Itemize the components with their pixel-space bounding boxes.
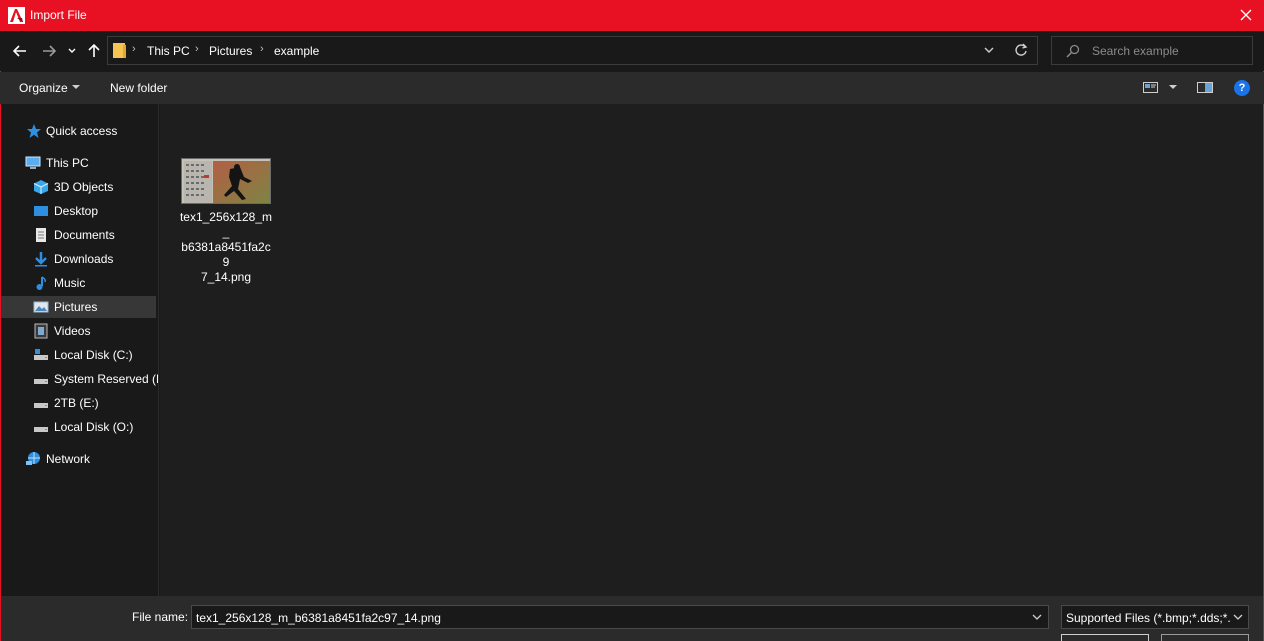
file-name-line: 7_14.png	[200, 270, 252, 284]
sidebar-item-label: Music	[54, 276, 86, 290]
title-bar: Import File	[0, 0, 1264, 31]
sidebar-item-desktop[interactable]: Desktop	[1, 200, 156, 222]
sidebar-item-label: Pictures	[54, 300, 98, 314]
sidebar-item-network[interactable]: Network	[1, 448, 156, 470]
sidebar-item-label: System Reserved (D	[54, 372, 159, 386]
sidebar-item-label: Videos	[54, 324, 91, 338]
breadcrumb-separator: ›	[260, 43, 264, 55]
help-button[interactable]: ?	[1234, 80, 1250, 96]
file-name-label: File name:	[132, 610, 189, 624]
search-input[interactable]: Search example	[1092, 44, 1179, 58]
music-icon	[36, 276, 46, 290]
help-icon: ?	[1238, 82, 1246, 94]
image-thumbnail-icon	[182, 159, 270, 203]
arrow-up-icon	[88, 44, 100, 57]
app-logo-icon	[8, 7, 25, 24]
refresh-icon[interactable]	[1013, 42, 1029, 58]
chevron-down-icon	[72, 85, 80, 89]
drive-icon	[34, 349, 48, 360]
sidebar-item-local-disk-c[interactable]: Local Disk (C:)	[1, 344, 156, 366]
star-icon	[27, 124, 41, 138]
file-type-value: Supported Files (*.bmp;*.dds;*.g	[1066, 611, 1232, 625]
search-box[interactable]: Search example	[1051, 36, 1253, 65]
file-name-line: tex1_256x128_m_	[179, 210, 273, 239]
arrow-left-icon	[13, 45, 26, 57]
chevron-down-icon	[68, 48, 76, 53]
file-thumbnail	[181, 158, 271, 204]
video-icon	[34, 323, 48, 339]
sidebar-item-music[interactable]: Music	[1, 272, 156, 294]
back-button[interactable]	[9, 40, 31, 62]
search-icon	[1066, 44, 1080, 58]
sidebar-item-label: 2TB (E:)	[54, 396, 99, 410]
sidebar-item-videos[interactable]: Videos	[1, 320, 156, 342]
sidebar-item-downloads[interactable]: Downloads	[1, 248, 156, 270]
file-name-bar: File name: tex1_256x128_m_b6381a8451fa2c…	[0, 596, 1264, 641]
sidebar-item-label: This PC	[46, 156, 89, 170]
sidebar-item-label: Desktop	[54, 204, 99, 218]
file-list[interactable]: tex1_256x128_m_ b6381a8451fa2c9 7_14.png	[160, 104, 1263, 596]
sidebar-item-local-disk-o[interactable]: Local Disk (O:)	[1, 416, 156, 438]
recent-locations-button[interactable]	[63, 40, 81, 62]
file-type-filter[interactable]: Supported Files (*.bmp;*.dds;*.g	[1061, 605, 1249, 629]
breadcrumb-pictures[interactable]: Pictures	[209, 44, 252, 58]
new-folder-button[interactable]: New folder	[110, 81, 167, 95]
window-title: Import File	[30, 8, 87, 22]
sidebar-item-label: Local Disk (C:)	[54, 348, 133, 362]
forward-button[interactable]	[38, 40, 60, 62]
file-name-line: b6381a8451fa2c9	[181, 240, 271, 269]
sidebar-item-label: Local Disk (O:)	[54, 420, 134, 434]
breadcrumb-separator: ›	[132, 43, 136, 55]
document-icon	[36, 228, 46, 242]
change-view-icon[interactable]	[1143, 82, 1159, 94]
file-name-field[interactable]: tex1_256x128_m_b6381a8451fa2c97_14.png	[191, 605, 1049, 629]
organize-button[interactable]: Organize	[19, 81, 68, 95]
navigation-pane: Quick access This PC 3D Objects Desktop …	[1, 104, 159, 596]
preview-pane-icon[interactable]	[1197, 82, 1214, 94]
sidebar-item-label: Documents	[54, 228, 115, 242]
view-options-chevron-icon[interactable]	[1169, 85, 1177, 89]
drive-icon	[34, 403, 48, 408]
sidebar-item-label: Network	[46, 452, 91, 466]
address-history-button[interactable]	[981, 42, 997, 58]
drive-icon	[34, 379, 48, 384]
file-name: tex1_256x128_m_ b6381a8451fa2c9 7_14.png	[178, 210, 274, 285]
sidebar-item-documents[interactable]: Documents	[1, 224, 156, 246]
command-bar: Organize New folder ?	[0, 72, 1264, 104]
computer-icon	[25, 156, 41, 169]
download-icon	[35, 252, 47, 267]
picture-icon	[33, 301, 49, 313]
breadcrumb-this-pc[interactable]: This PC	[147, 44, 190, 58]
close-icon	[1240, 9, 1252, 21]
file-name-value: tex1_256x128_m_b6381a8451fa2c97_14.png	[196, 611, 441, 625]
open-button[interactable]	[1061, 634, 1149, 641]
sidebar-item-pictures[interactable]: Pictures	[1, 296, 156, 318]
breadcrumb-separator: ›	[195, 43, 199, 55]
cube-icon	[33, 180, 49, 194]
network-icon	[26, 452, 40, 465]
sidebar-item-label: Quick access	[46, 124, 118, 138]
cancel-button[interactable]	[1161, 634, 1249, 641]
sidebar-item-3d-objects[interactable]: 3D Objects	[1, 176, 156, 198]
sidebar-item-this-pc[interactable]: This PC	[1, 152, 156, 174]
close-button[interactable]	[1236, 5, 1256, 25]
arrow-right-icon	[43, 45, 56, 57]
drive-icon	[34, 427, 48, 432]
chevron-down-icon[interactable]	[1030, 610, 1044, 624]
sidebar-item-2tb-e[interactable]: 2TB (E:)	[1, 392, 156, 414]
sidebar-item-system-reserved[interactable]: System Reserved (D	[1, 368, 159, 390]
up-button[interactable]	[83, 40, 105, 62]
address-bar[interactable]: › This PC › Pictures › example	[107, 36, 1038, 65]
desktop-icon	[34, 206, 48, 216]
breadcrumb-example[interactable]: example	[274, 44, 319, 58]
chevron-down-icon	[1231, 610, 1245, 624]
sidebar-item-label: Downloads	[54, 252, 114, 266]
file-item[interactable]: tex1_256x128_m_ b6381a8451fa2c9 7_14.png	[178, 156, 274, 284]
folder-icon	[113, 43, 126, 58]
sidebar-item-quick-access[interactable]: Quick access	[1, 120, 156, 142]
sidebar-item-label: 3D Objects	[54, 180, 114, 194]
